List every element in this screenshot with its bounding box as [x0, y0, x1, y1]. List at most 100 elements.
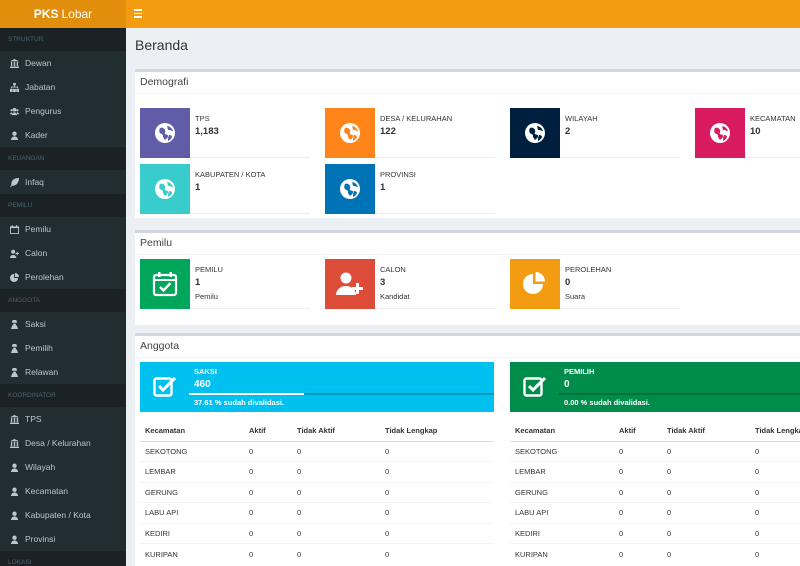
table-cell: 0 [750, 481, 800, 503]
sidebar-item-provinsi[interactable]: Provinsi [0, 527, 126, 551]
table-row[interactable]: LABU API 0 0 0 [510, 502, 800, 523]
table-cell: 0 [244, 543, 292, 564]
table-cell: 0 [380, 502, 494, 523]
table-row[interactable]: KURIPAN 0 0 0 [510, 543, 800, 564]
table-cell: 0 [662, 461, 750, 482]
sidebar-item-pemilih[interactable]: Pemilih [0, 336, 126, 360]
brand-bold: PKS [33, 7, 59, 21]
sidebar-item-relawan[interactable]: Relawan [0, 360, 126, 384]
info-label: PEMILU [195, 265, 223, 274]
info-number: 10 [750, 126, 761, 137]
demografi-box: Demografi TPS 1,183 DESA / KELURAHAN 122 WIL… [135, 69, 800, 218]
sidebar-item-calon[interactable]: Calon [0, 241, 126, 265]
table-cell: 0 [614, 543, 662, 564]
table-row[interactable]: KEDIRI 0 0 0 [140, 522, 494, 544]
sidebar-item-dewan[interactable]: Dewan [0, 51, 126, 75]
sidebar-item-label: Wilayah [25, 462, 56, 472]
sidebar-item-jabatan[interactable]: Jabatan [0, 75, 126, 99]
info-label: PROVINSI [380, 170, 416, 179]
table-row[interactable]: GERUNG 0 0 0 [140, 481, 494, 503]
sidebar-item-pemilu[interactable]: Pemilu [0, 217, 126, 241]
sidebar-item-kader[interactable]: Kader [0, 123, 126, 147]
top-navbar [126, 0, 800, 28]
info-label: TPS [195, 114, 210, 123]
info-number: 1 [195, 277, 201, 288]
info-box-pemilu[interactable]: PEMILU 1 Pemilu [140, 259, 310, 309]
table-cell: 0 [292, 522, 380, 544]
column-header: Aktif [244, 421, 292, 442]
sidebar-item-label: Kader [25, 130, 48, 140]
table-row[interactable]: SEKOTONG 0 0 0 [140, 440, 494, 462]
sitemap-icon [9, 82, 19, 92]
table-cell: KURIPAN [510, 543, 614, 564]
info-subtext: Pemilu [195, 292, 218, 301]
sidebar-item-label: Pemilih [25, 343, 53, 353]
table-row[interactable]: KEDIRI 0 0 0 [510, 522, 800, 544]
sidebar-toggle-icon[interactable] [134, 9, 142, 18]
sidebar-item-label: Relawan [25, 367, 59, 377]
info-box-wilayah[interactable]: WILAYAH 2 [510, 108, 680, 158]
sidebar-item-label: Calon [25, 248, 48, 258]
sidebar-item-perolehan[interactable]: Perolehan [0, 265, 126, 289]
info-subtext: Suara [565, 292, 586, 301]
sidebar-item-saksi[interactable]: Saksi [0, 312, 126, 336]
info-text: CALON 3 Kandidat [375, 259, 415, 308]
table-row[interactable]: KURIPAN 0 0 0 [140, 543, 494, 564]
sidebar-item-label: Saksi [25, 319, 46, 329]
table-cell: 0 [662, 481, 750, 503]
info-text: PEROLEHAN 0 Suara [560, 259, 616, 308]
table-row[interactable]: GERUNG 0 0 0 [510, 481, 800, 503]
globe-icon [510, 108, 560, 158]
column-header: Tidak Lengkap [750, 421, 800, 442]
table-cell: 0 [244, 461, 292, 482]
table-cell: SEKOTONG [510, 440, 614, 462]
info-box-desa-kelurahan[interactable]: DESA / KELURAHAN 122 [325, 108, 495, 158]
table-row[interactable]: LEMBAR 0 0 0 [510, 461, 800, 482]
sidebar-item-pengurus[interactable]: Pengurus [0, 99, 126, 123]
sidebar-item-wilayah[interactable]: Wilayah [0, 455, 126, 479]
table-cell: 0 [750, 440, 800, 462]
sidebar-item-desa-kelurahan[interactable]: Desa / Kelurahan [0, 431, 126, 455]
stat-text: PEMILIH 0 0.00 % sudah divalidasi. [559, 362, 800, 412]
table-cell: 0 [614, 502, 662, 523]
table-cell: 0 [380, 481, 494, 503]
table-row[interactable]: SEKOTONG 0 0 0 [510, 440, 800, 462]
table-cell: 0 [662, 543, 750, 564]
info-box-calon[interactable]: CALON 3 Kandidat [325, 259, 495, 309]
sidebar-item-label: Kecamatan [25, 486, 68, 496]
globe-icon [325, 108, 375, 158]
table-cell: 0 [662, 522, 750, 544]
table-cell: 0 [750, 461, 800, 482]
info-box-kabupaten-kota[interactable]: KABUPATEN / KOTA 1 [140, 164, 310, 214]
info-number: 0 [565, 277, 571, 288]
table-row[interactable]: LABU API 0 0 0 [140, 502, 494, 523]
sidebar-item-kecamatan[interactable]: Kecamatan [0, 479, 126, 503]
sidebar-item-infaq[interactable]: Infaq [0, 170, 126, 194]
info-box-provinsi[interactable]: PROVINSI 1 [325, 164, 495, 214]
info-box-tps[interactable]: TPS 1,183 [140, 108, 310, 158]
sidebar-item-label: Kabupaten / Kota [25, 510, 91, 520]
demografi-title: Demografi [135, 72, 800, 94]
globe-icon [695, 108, 745, 158]
info-box-perolehan[interactable]: PEROLEHAN 0 Suara [510, 259, 680, 309]
sidebar-item-kabupaten-kota[interactable]: Kabupaten / Kota [0, 503, 126, 527]
stat-box-saksi[interactable]: SAKSI 460 37.61 % sudah divalidasi. [140, 362, 494, 412]
stat-box-pemilih[interactable]: PEMILIH 0 0.00 % sudah divalidasi. [510, 362, 800, 412]
users-icon [9, 106, 19, 116]
table-header-row: KecamatanAktifTidak AktifTidak Lengkap [510, 421, 800, 442]
table-cell: 0 [614, 522, 662, 544]
table-row[interactable]: LEMBAR 0 0 0 [140, 461, 494, 482]
globe-icon [140, 164, 190, 214]
table-cell: KEDIRI [510, 522, 614, 544]
info-number: 1 [195, 182, 201, 193]
sidebar-item-tps[interactable]: TPS [0, 407, 126, 431]
info-box-kecamatan[interactable]: KECAMATAN 10 [695, 108, 800, 158]
sidebar-header-anggota: ANGGOTA [0, 289, 126, 312]
table-cell: 0 [292, 440, 380, 462]
brand-logo[interactable]: PKS Lobar [0, 0, 126, 28]
progress-fill [189, 393, 304, 395]
table-cell: LEMBAR [140, 461, 244, 482]
info-label: KABUPATEN / KOTA [195, 170, 266, 179]
page-title: Beranda [135, 37, 188, 53]
table-cell: LABU API [140, 502, 244, 523]
